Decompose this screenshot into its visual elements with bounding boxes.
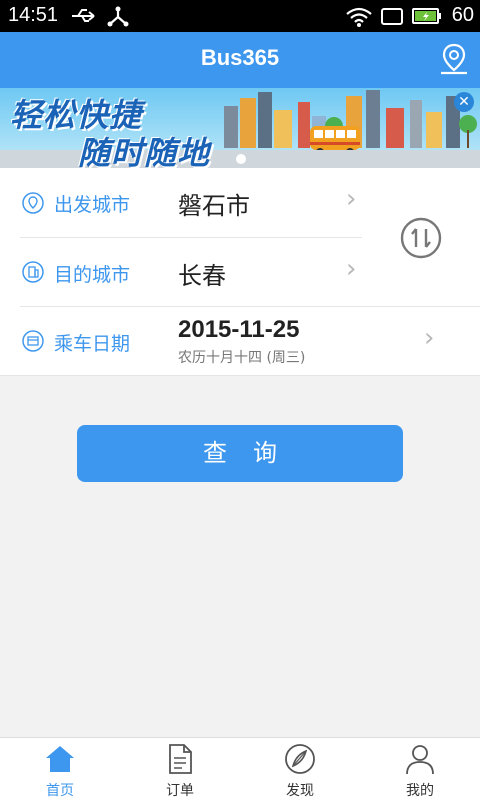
banner-page-indicator: [236, 154, 246, 164]
tab-orders[interactable]: 订单: [120, 738, 240, 800]
user-icon: [406, 745, 434, 775]
calendar-icon: [22, 330, 44, 352]
departure-value: 磐石市: [178, 192, 250, 220]
destination-city-row[interactable]: 目的城市 长春 ›: [20, 238, 362, 306]
destination-label: 目的城市: [54, 264, 131, 286]
share-icon: [107, 6, 129, 27]
tab-mine[interactable]: 我的: [360, 738, 480, 800]
tab-home-label: 首页: [46, 783, 74, 799]
destination-value: 长春: [178, 262, 226, 290]
bottom-tab-bar: 首页 订单 发现 我的: [0, 737, 480, 800]
banner-close-icon[interactable]: ✕: [454, 92, 474, 112]
tab-orders-label: 订单: [166, 783, 194, 799]
status-bar: 14:51 60: [0, 0, 480, 32]
tab-home[interactable]: 首页: [0, 738, 120, 800]
tab-discover-label: 发现: [286, 783, 314, 799]
location-pin-icon: [22, 192, 44, 214]
signal-empty-icon: [381, 8, 403, 25]
home-icon: [46, 746, 74, 772]
query-button[interactable]: 查询: [77, 425, 403, 482]
location-icon[interactable]: [438, 42, 470, 76]
travel-date-lunar: 农历十月十四 (周三): [178, 350, 306, 366]
travel-date-value: 2015-11-25: [178, 316, 300, 343]
chevron-right-icon: ›: [424, 323, 435, 353]
banner-slogan-line2: 随时随地: [78, 134, 211, 168]
compass-icon: [285, 744, 315, 774]
page-title: Bus365: [200, 45, 280, 70]
app-header: Bus365: [0, 32, 480, 88]
status-time: 14:51: [8, 4, 59, 26]
tab-mine-label: 我的: [406, 783, 434, 799]
usb-icon: [72, 9, 95, 22]
tab-discover[interactable]: 发现: [240, 738, 360, 800]
departure-city-row[interactable]: 出发城市 磐石市 ›: [20, 168, 362, 236]
building-icon: [22, 261, 44, 283]
departure-label: 出发城市: [54, 194, 131, 216]
travel-date-label: 乘车日期: [54, 333, 131, 355]
swap-cities-icon[interactable]: [400, 217, 442, 259]
order-icon: [169, 744, 192, 774]
promo-banner[interactable]: 轻松快捷 随时随地 ✕: [0, 88, 480, 168]
city-skyline-illustration: [224, 90, 477, 156]
chevron-right-icon: ›: [346, 254, 357, 284]
battery-level: 60: [451, 4, 474, 26]
battery-icon: [412, 8, 441, 24]
chevron-right-icon: ›: [346, 184, 357, 214]
wifi-icon: [346, 7, 372, 27]
